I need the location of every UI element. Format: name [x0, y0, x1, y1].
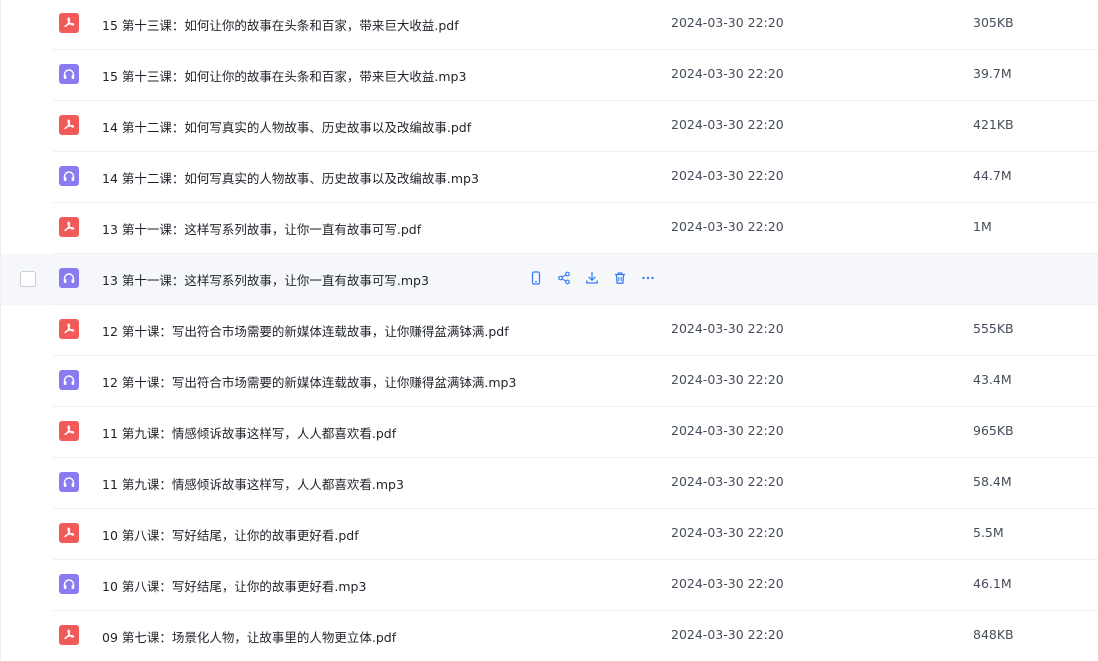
pdf-file-icon — [59, 421, 79, 441]
file-date: 2024-03-30 22:20 — [671, 117, 784, 132]
pdf-file-icon — [59, 523, 79, 543]
file-name[interactable]: 15 第十三课：如何让你的故事在头条和百家，带来巨大收益.mp3 — [102, 66, 466, 85]
share-icon — [557, 271, 571, 285]
audio-file-icon — [59, 370, 79, 390]
audio-file-icon — [59, 64, 79, 84]
file-size: 421KB — [973, 117, 1014, 132]
audio-file-icon — [59, 268, 79, 288]
pdf-file-icon — [59, 319, 79, 339]
file-date: 2024-03-30 22:20 — [671, 474, 784, 489]
file-row[interactable]: 11 第九课：情感倾诉故事这样写，人人都喜欢看.mp3 2024-03-30 22… — [1, 458, 1098, 509]
file-row[interactable]: 12 第十课：写出符合市场需要的新媒体连载故事，让你赚得盆满钵满.mp3 2024… — [1, 356, 1098, 407]
file-date: 2024-03-30 22:20 — [671, 627, 784, 642]
file-row[interactable]: 15 第十三课：如何让你的故事在头条和百家，带来巨大收益.mp3 2024-03-… — [1, 50, 1098, 101]
download-icon — [585, 271, 599, 285]
file-name[interactable]: 13 第十一课：这样写系列故事，让你一直有故事可写.pdf — [102, 219, 421, 238]
download-button[interactable] — [583, 269, 601, 287]
more-icon — [641, 271, 655, 285]
file-row[interactable]: 11 第九课：情感倾诉故事这样写，人人都喜欢看.pdf 2024-03-30 22… — [1, 407, 1098, 458]
file-list: 15 第十三课：如何让你的故事在头条和百家，带来巨大收益.pdf 2024-03-… — [0, 0, 1098, 661]
share-button[interactable] — [555, 269, 573, 287]
file-name[interactable]: 11 第九课：情感倾诉故事这样写，人人都喜欢看.pdf — [102, 423, 396, 442]
phone-button[interactable] — [527, 269, 545, 287]
file-name[interactable]: 14 第十二课：如何写真实的人物故事、历史故事以及改编故事.pdf — [102, 117, 471, 136]
pdf-file-icon — [59, 115, 79, 135]
file-name[interactable]: 15 第十三课：如何让你的故事在头条和百家，带来巨大收益.pdf — [102, 15, 459, 34]
pdf-file-icon — [59, 625, 79, 645]
file-name[interactable]: 12 第十课：写出符合市场需要的新媒体连载故事，让你赚得盆满钵满.mp3 — [102, 372, 516, 391]
audio-file-icon — [59, 166, 79, 186]
file-date: 2024-03-30 22:20 — [671, 525, 784, 540]
more-button[interactable] — [639, 269, 657, 287]
file-row[interactable]: 10 第八课：写好结尾，让你的故事更好看.pdf 2024-03-30 22:20… — [1, 509, 1098, 560]
file-size: 44.7M — [973, 168, 1012, 183]
file-size: 555KB — [973, 321, 1014, 336]
delete-button[interactable] — [611, 269, 629, 287]
file-name[interactable]: 10 第八课：写好结尾，让你的故事更好看.pdf — [102, 525, 359, 544]
file-size: 58.4M — [973, 474, 1012, 489]
file-size: 1M — [973, 219, 992, 234]
pdf-file-icon — [59, 13, 79, 33]
file-date: 2024-03-30 22:20 — [671, 168, 784, 183]
row-actions — [527, 269, 657, 287]
file-row[interactable]: 15 第十三课：如何让你的故事在头条和百家，带来巨大收益.pdf 2024-03-… — [1, 0, 1098, 50]
file-date: 2024-03-30 22:20 — [671, 372, 784, 387]
file-size: 43.4M — [973, 372, 1012, 387]
delete-icon — [613, 271, 627, 285]
row-checkbox[interactable] — [20, 271, 36, 287]
file-date: 2024-03-30 22:20 — [671, 423, 784, 438]
file-size: 46.1M — [973, 576, 1012, 591]
file-row[interactable]: 14 第十二课：如何写真实的人物故事、历史故事以及改编故事.mp3 2024-03… — [1, 152, 1098, 203]
audio-file-icon — [59, 574, 79, 594]
file-row[interactable]: 13 第十一课：这样写系列故事，让你一直有故事可写.mp3 — [1, 254, 1098, 305]
file-name[interactable]: 10 第八课：写好结尾，让你的故事更好看.mp3 — [102, 576, 366, 595]
audio-file-icon — [59, 472, 79, 492]
file-date: 2024-03-30 22:20 — [671, 321, 784, 336]
file-row[interactable]: 10 第八课：写好结尾，让你的故事更好看.mp3 2024-03-30 22:20… — [1, 560, 1098, 611]
file-row[interactable]: 14 第十二课：如何写真实的人物故事、历史故事以及改编故事.pdf 2024-03… — [1, 101, 1098, 152]
file-date: 2024-03-30 22:20 — [671, 219, 784, 234]
file-row[interactable]: 13 第十一课：这样写系列故事，让你一直有故事可写.pdf 2024-03-30 … — [1, 203, 1098, 254]
file-name[interactable]: 13 第十一课：这样写系列故事，让你一直有故事可写.mp3 — [102, 270, 429, 289]
file-name[interactable]: 12 第十课：写出符合市场需要的新媒体连载故事，让你赚得盆满钵满.pdf — [102, 321, 509, 340]
file-name[interactable]: 09 第七课：场景化人物，让故事里的人物更立体.pdf — [102, 627, 396, 646]
file-row[interactable]: 12 第十课：写出符合市场需要的新媒体连载故事，让你赚得盆满钵满.pdf 2024… — [1, 305, 1098, 356]
file-name[interactable]: 14 第十二课：如何写真实的人物故事、历史故事以及改编故事.mp3 — [102, 168, 479, 187]
pdf-file-icon — [59, 217, 79, 237]
phone-icon — [529, 271, 543, 285]
file-row[interactable]: 09 第七课：场景化人物，让故事里的人物更立体.pdf 2024-03-30 22… — [1, 611, 1098, 661]
file-date: 2024-03-30 22:20 — [671, 66, 784, 81]
file-size: 39.7M — [973, 66, 1012, 81]
file-size: 965KB — [973, 423, 1014, 438]
file-size: 5.5M — [973, 525, 1004, 540]
file-name[interactable]: 11 第九课：情感倾诉故事这样写，人人都喜欢看.mp3 — [102, 474, 404, 493]
file-date: 2024-03-30 22:20 — [671, 576, 784, 591]
file-size: 848KB — [973, 627, 1014, 642]
file-size: 305KB — [973, 15, 1014, 30]
file-date: 2024-03-30 22:20 — [671, 15, 784, 30]
